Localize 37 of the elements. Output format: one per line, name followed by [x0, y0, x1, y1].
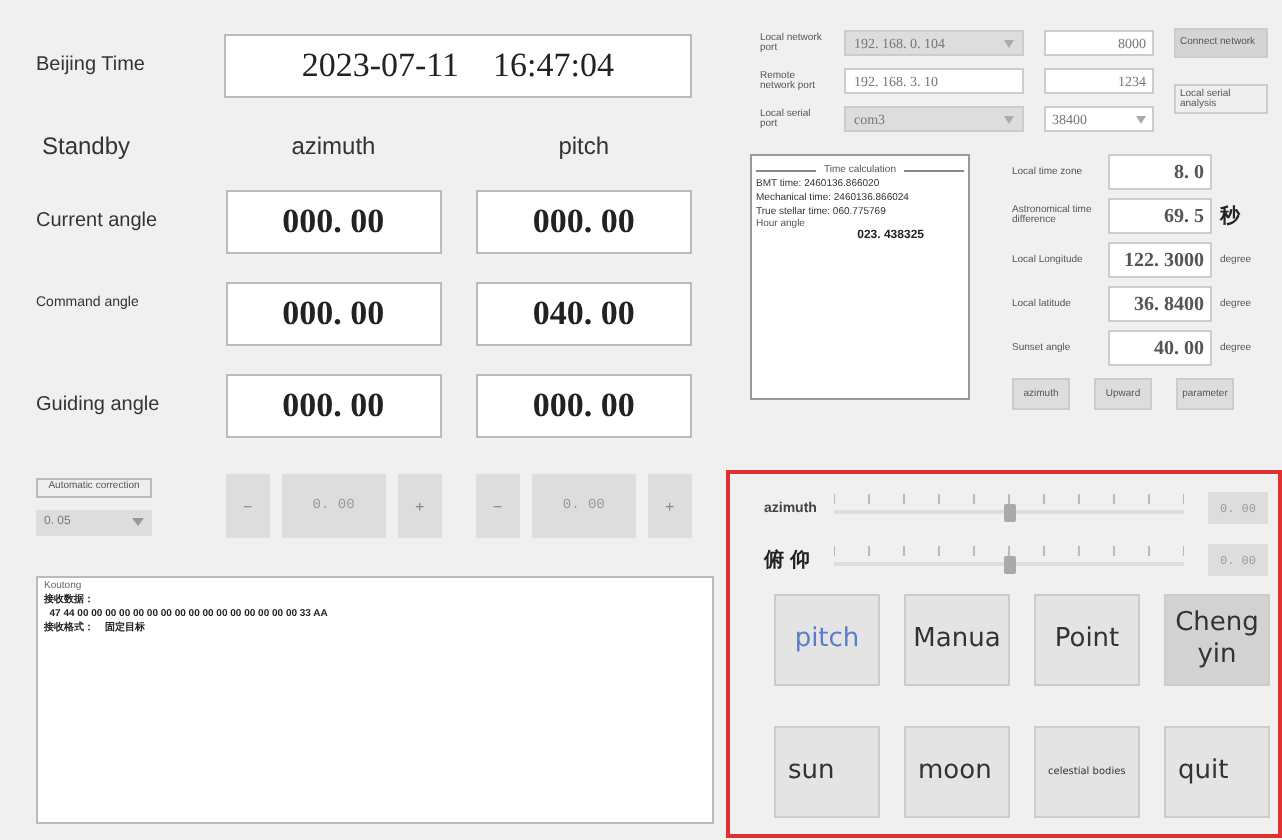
tick-marks-icon — [834, 494, 1184, 504]
slider-thumb[interactable] — [1003, 556, 1015, 574]
slider-label: 俯 仰 — [764, 547, 812, 574]
mode-button[interactable]: Manua — [904, 594, 1010, 686]
mode-button[interactable]: pitch — [774, 594, 880, 686]
dropdown-arrow-icon — [1136, 115, 1146, 123]
slider-thumb[interactable] — [1003, 504, 1015, 522]
mode-button[interactable]: sun — [774, 726, 880, 818]
azimuth-angle-field: 000. 00 — [225, 190, 442, 254]
dropdown-arrow-icon — [1004, 115, 1014, 123]
mode-button[interactable]: moon — [904, 726, 1010, 818]
pitch-heading: pitch — [556, 132, 612, 160]
time-display: 2023-07-11 16:47:04 — [223, 34, 692, 98]
mode-label: Standby — [40, 132, 133, 160]
parameter-field[interactable]: 36. 8400 — [1108, 286, 1212, 322]
unit-label: 秒 — [1220, 206, 1240, 228]
pitch-angle-field: 000. 00 — [475, 190, 692, 254]
slider-track[interactable] — [834, 546, 1184, 574]
parameter-field[interactable]: 122. 3000 — [1108, 242, 1212, 278]
mode-button[interactable]: quit — [1164, 726, 1270, 818]
slider-track[interactable] — [834, 494, 1184, 522]
parameter-field[interactable]: 40. 00 — [1108, 330, 1212, 366]
angle-label: Guiding angle — [36, 396, 162, 416]
mode-button[interactable]: Point — [1034, 594, 1140, 686]
pitch-angle-field: 000. 00 — [475, 374, 692, 438]
dropdown-arrow-icon — [1004, 39, 1014, 47]
azimuth-angle-field: 000. 00 — [225, 374, 442, 438]
azimuth-angle-field: 000. 00 — [225, 282, 442, 346]
tick-marks-icon — [834, 546, 1184, 556]
parameter-field[interactable]: 69. 5 — [1108, 198, 1212, 234]
dropdown-arrow-icon — [132, 518, 144, 526]
azimuth-heading: azimuth — [289, 132, 378, 160]
angle-label: Current angle — [36, 212, 160, 232]
parameter-field[interactable]: 8. 0 — [1108, 154, 1212, 190]
pitch-angle-field: 040. 00 — [475, 282, 692, 346]
mode-button[interactable]: Cheng yin — [1164, 594, 1270, 686]
beijing-time-label: Beijing Time — [36, 56, 147, 76]
